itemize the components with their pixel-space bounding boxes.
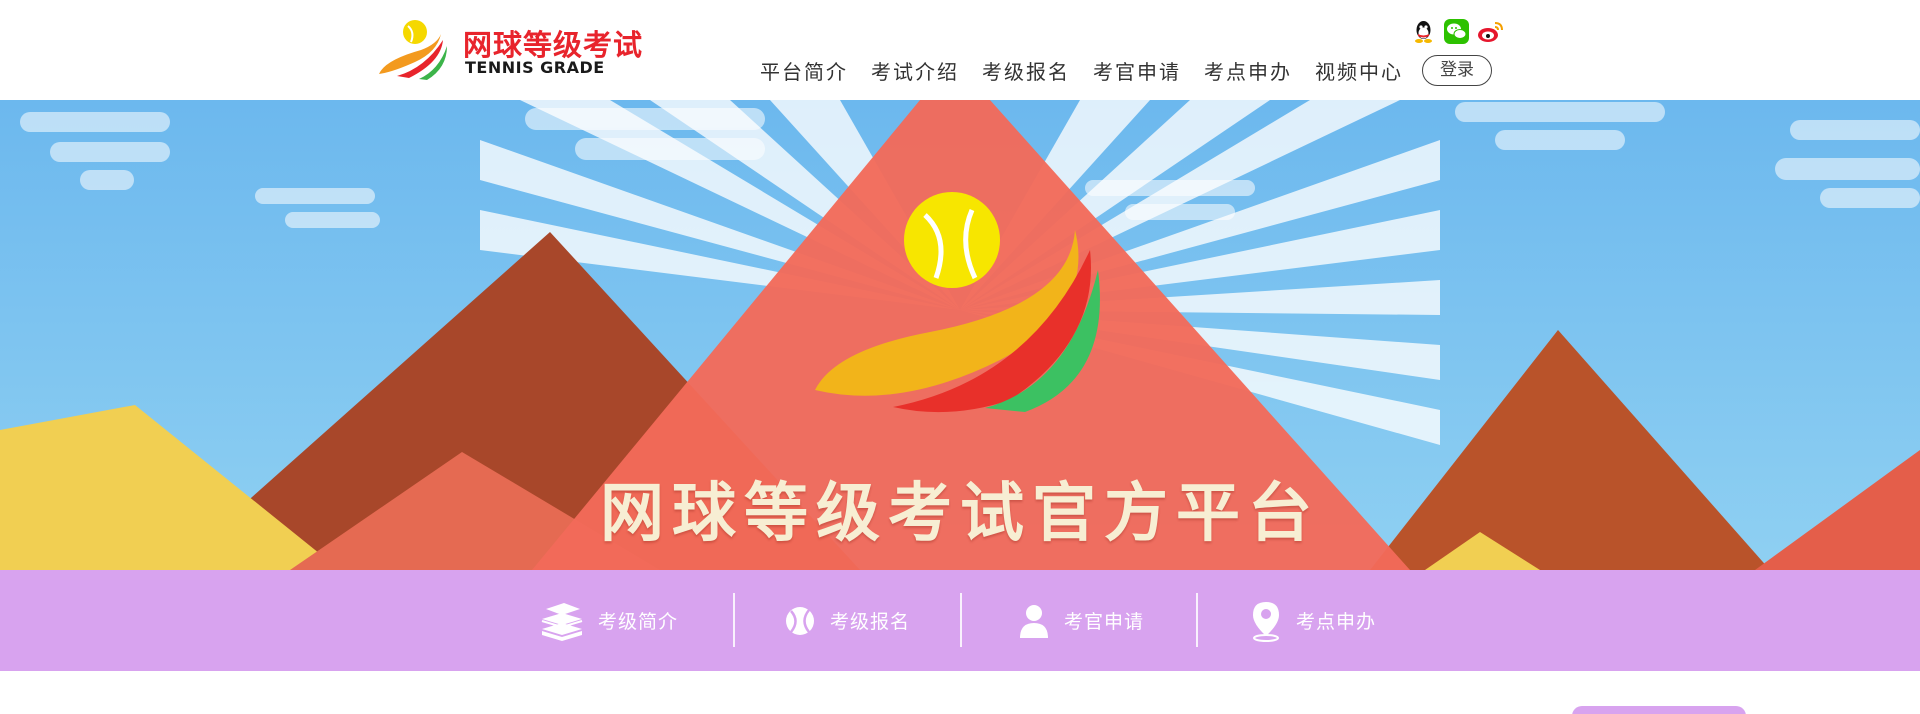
nav-item-platform-intro[interactable]: 平台简介 <box>760 56 848 85</box>
hero-banner: 网球等级考试官方平台 <box>0 100 1920 570</box>
site-logo[interactable]: 网球等级考试 TENNIS GRADE <box>375 16 665 84</box>
logo-english-text: TENNIS GRADE <box>465 58 605 77</box>
tennis-logo-icon <box>379 20 447 80</box>
quick-link-label: 考级报名 <box>830 611 911 633</box>
nav-item-exam-intro[interactable]: 考试介绍 <box>871 56 959 85</box>
quick-link-exam-registration[interactable]: 考级报名 <box>784 570 910 671</box>
quick-link-label: 考级简介 <box>598 611 679 633</box>
divider <box>1196 593 1198 647</box>
social-links <box>1410 18 1503 45</box>
divider <box>733 593 735 647</box>
quick-link-exam-intro[interactable]: 考级简介 <box>540 570 678 671</box>
quick-link-label: 考官申请 <box>1064 611 1145 633</box>
books-icon <box>541 602 583 641</box>
quick-link-examiner-application[interactable]: 考官申请 <box>1018 570 1144 671</box>
person-icon <box>1020 604 1048 638</box>
qq-icon[interactable] <box>1410 18 1437 45</box>
login-button[interactable]: 登录 <box>1422 55 1492 86</box>
wechat-icon[interactable] <box>1443 18 1470 45</box>
quick-links-bar: 考级简介 考级报名 考官申请 考点申办 <box>0 570 1920 671</box>
quick-link-label: 考点申办 <box>1296 611 1377 633</box>
section-tab <box>1572 706 1746 714</box>
nav-item-exam-site-application[interactable]: 考点申办 <box>1204 56 1292 85</box>
divider <box>960 593 962 647</box>
tennis-ball-icon <box>786 606 814 635</box>
weibo-icon[interactable] <box>1476 18 1503 45</box>
nav-item-exam-registration[interactable]: 考级报名 <box>982 56 1070 85</box>
nav-item-examiner-application[interactable]: 考官申请 <box>1093 56 1181 85</box>
main-nav: 平台简介 考试介绍 考级报名 考官申请 考点申办 视频中心 <box>760 56 1403 85</box>
nav-item-video-center[interactable]: 视频中心 <box>1315 56 1403 85</box>
site-header: 网球等级考试 TENNIS GRADE 平台简介 考试介绍 考级报名 考官申请 … <box>0 0 1920 100</box>
hero-title: 网球等级考试官方平台 <box>600 476 1320 551</box>
location-pin-icon <box>1253 601 1279 642</box>
quick-link-exam-site-application[interactable]: 考点申办 <box>1250 570 1376 671</box>
